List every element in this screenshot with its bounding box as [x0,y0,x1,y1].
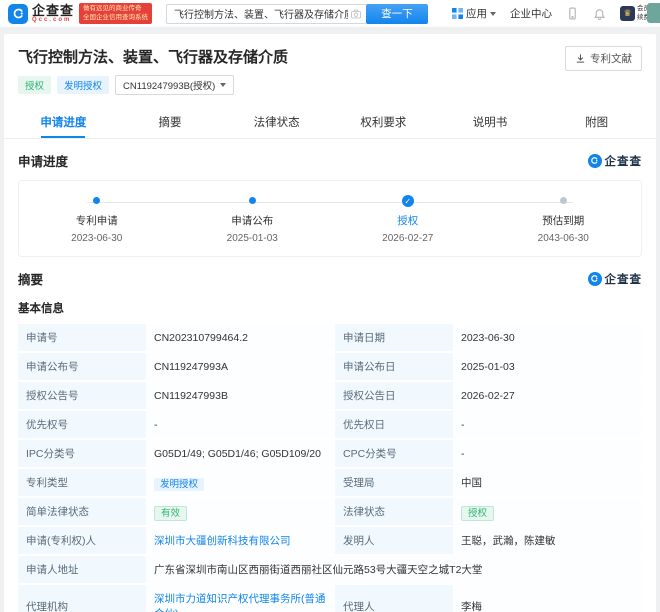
tab-description[interactable]: 说明书 [437,105,544,138]
tab-drawings[interactable]: 附图 [543,105,650,138]
enterprise-center-link[interactable]: 企业中心 [510,6,552,21]
bell-icon[interactable] [593,7,606,20]
apps-label: 应用 [466,6,487,21]
table-row: 申请(专利权)人 深圳市大疆创新科技有限公司 发明人 王聪，武瀚，陈建敏 [18,526,642,555]
table-row: 专利类型 发明授权 受理局 中国 [18,468,642,497]
timeline-dot [560,197,567,204]
side-float-widget[interactable] [647,3,660,23]
applicant-company-link[interactable]: 深圳市大疆创新科技有限公司 [154,535,291,547]
basic-info-title: 基本信息 [18,300,642,316]
vip-crown-icon: ♛ [620,6,635,21]
table-row: 授权公告号 CN119247993B 授权公告日 2026-02-27 [18,381,642,410]
abstract-section: 摘要 企查查 基本信息 申请号 CN202310799464.2 申请日期 20… [4,257,656,612]
table-row: 简单法律状态 有效 法律状态 授权 [18,497,642,526]
milestone-publication: 申请公布 2025-01-03 [175,197,331,244]
qcc-logo-icon [588,154,602,168]
mobile-icon[interactable] [566,7,579,20]
qcc-logo-icon [8,4,28,24]
chevron-down-icon [220,83,226,87]
detail-tabs: 申请进度 摘要 法律状态 权利要求 说明书 附图 [4,105,656,139]
table-row: 申请公布号 CN119247993A 申请公布日 2025-01-03 [18,352,642,381]
timeline-dot [249,197,256,204]
valid-status-badge: 有效 [154,506,187,521]
granted-status-badge: 授权 [461,506,494,521]
page-title: 飞行控制方法、装置、飞行器及存储介质 [18,46,642,67]
patent-number-select[interactable]: CN119247993B(授权) [115,75,234,95]
qcc-watermark: 企查查 [588,153,643,169]
vip-renew-button[interactable]: ♛ 会员 续费 [620,5,650,22]
milestone-filing: 专利申请 2023-06-30 [19,197,175,244]
chevron-down-icon [490,12,496,16]
tab-abstract[interactable]: 摘要 [117,105,224,138]
table-row: IPC分类号 G05D1/49; G05D1/46; G05D109/20 CP… [18,439,642,468]
patent-type-badge: 发明授权 [154,478,204,491]
patent-document-button[interactable]: 专利文献 [565,46,642,71]
check-circle-icon: ✓ [402,195,414,207]
table-row: 申请号 CN202310799464.2 申请日期 2023-06-30 [18,324,642,352]
section-title: 申请进度 [18,151,68,170]
agency-link[interactable]: 深圳市力道知识产权代理事务所(普通合伙) [154,593,326,612]
tab-legal-status[interactable]: 法律状态 [223,105,330,138]
brand-domain: Qcc.com [32,17,74,23]
download-icon [575,53,586,64]
table-row: 代理机构 深圳市力道知识产权代理事务所(普通合伙) 代理人 李梅 [18,584,642,612]
timeline-dot [93,197,100,204]
qcc-watermark: 企查查 [588,271,643,287]
section-title: 摘要 [18,269,43,288]
patent-timeline: 专利申请 2023-06-30 申请公布 2025-01-03 ✓ 授权 202… [18,180,642,257]
tab-application-progress[interactable]: 申请进度 [10,105,117,138]
camera-icon[interactable] [350,8,362,20]
apps-grid-icon [452,8,463,19]
basic-info-table: 申请号 CN202310799464.2 申请日期 2023-06-30 申请公… [18,324,642,612]
apps-menu[interactable]: 应用 [452,6,496,21]
patent-type-badge: 发明授权 [57,76,109,94]
search-input[interactable] [166,4,366,24]
status-badge: 授权 [18,76,51,94]
patent-detail-card: 飞行控制方法、装置、飞行器及存储介质 授权 发明授权 CN119247993B(… [4,34,656,612]
table-row: 优先权号 - 优先权日 - [18,410,642,439]
application-progress-section: 申请进度 企查查 专利申请 2023-06-30 申请公布 2025-01-03… [4,139,656,257]
brand-slogan: 做有远见的商业传奇 全国企业信用查询系统 [79,3,152,25]
brand-name: 企查查 [32,4,74,17]
search-box: 查一下 [166,4,428,24]
milestone-expiry: 预估到期 2043-06-30 [486,197,642,244]
qcc-logo-icon [588,272,602,286]
qcc-logo[interactable]: 企查查 Qcc.com [8,4,74,24]
table-row: 申请人地址 广东省深圳市南山区西丽街道西丽社区仙元路53号大疆天空之城T2大堂 [18,555,642,584]
search-button[interactable]: 查一下 [366,4,428,24]
milestone-grant: ✓ 授权 2026-02-27 [330,197,486,244]
top-navbar: 企查查 Qcc.com 做有远见的商业传奇 全国企业信用查询系统 查一下 应用 … [0,0,660,28]
tab-claims[interactable]: 权利要求 [330,105,437,138]
